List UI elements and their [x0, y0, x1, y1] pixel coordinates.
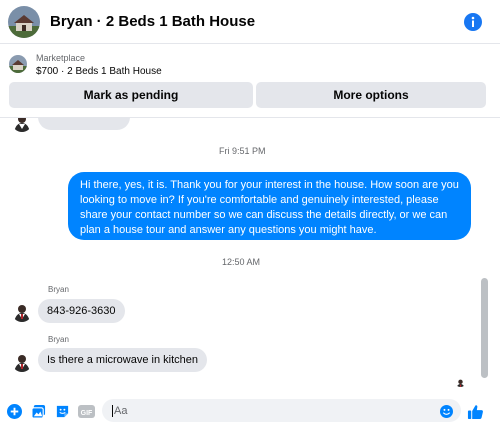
- info-icon[interactable]: [464, 13, 482, 31]
- listing-title[interactable]: $700 · 2 Beds 1 Bath House: [36, 66, 162, 77]
- message-list: Fri 9:51 PM Hi there, yes, it is. Thank …: [0, 118, 478, 396]
- sticker-icon[interactable]: [55, 404, 70, 419]
- marketplace-panel: Marketplace $700 · 2 Beds 1 Bath House M…: [0, 45, 500, 118]
- message-composer: GIF Aa: [0, 396, 500, 426]
- scrollbar-thumb[interactable]: [481, 278, 488, 378]
- gif-icon[interactable]: GIF: [78, 404, 95, 419]
- scrollbar[interactable]: [479, 118, 490, 396]
- avatar[interactable]: [12, 302, 32, 322]
- sender-name: Bryan: [48, 285, 69, 294]
- text-caret: [112, 404, 113, 417]
- seen-avatar: [455, 376, 466, 387]
- marketplace-label: Marketplace: [36, 53, 86, 63]
- listing-thumbnail[interactable]: [9, 55, 27, 73]
- timestamp: 12:50 AM: [222, 257, 261, 267]
- incoming-message-bubble[interactable]: Is there a microwave in kitchen: [38, 348, 208, 372]
- photo-icon[interactable]: [31, 404, 46, 419]
- plus-icon[interactable]: [7, 404, 22, 419]
- more-options-button[interactable]: More options: [256, 82, 486, 108]
- conversation-header: Bryan · 2 Beds 1 Bath House: [0, 0, 500, 44]
- avatar[interactable]: [8, 5, 40, 38]
- input-placeholder: Aa: [114, 404, 128, 417]
- incoming-message-bubble[interactable]: 843-926-3630: [38, 299, 125, 323]
- conversation-title[interactable]: Bryan · 2 Beds 1 Bath House: [50, 13, 255, 30]
- message-bubble[interactable]: [38, 118, 130, 130]
- timestamp: Fri 9:51 PM: [219, 146, 266, 156]
- avatar[interactable]: [12, 352, 32, 372]
- emoji-icon[interactable]: [440, 405, 453, 418]
- message-input[interactable]: Aa: [102, 399, 461, 422]
- avatar[interactable]: [12, 118, 32, 132]
- like-icon[interactable]: [467, 403, 484, 420]
- outgoing-message-bubble[interactable]: Hi there, yes, it is. Thank you for your…: [68, 172, 471, 240]
- sender-name: Bryan: [48, 335, 69, 344]
- mark-as-pending-button[interactable]: Mark as pending: [9, 82, 253, 108]
- gif-label: GIF: [81, 410, 93, 417]
